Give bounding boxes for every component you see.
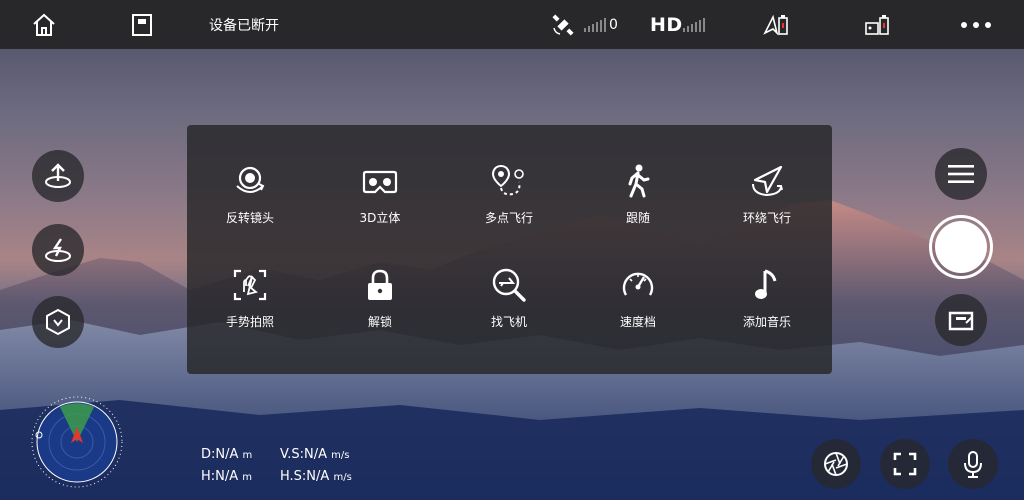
takeoff-icon [45,163,71,188]
mode-label: 找飞机 [490,315,527,329]
menu-icon [948,165,974,183]
lock-icon [360,265,400,305]
mode-find-drone[interactable]: 找飞机 [459,261,559,335]
remote-battery-icon [864,0,890,49]
aperture-button[interactable] [811,439,861,489]
fullscreen-icon [893,452,917,476]
microphone-icon [964,451,982,478]
mode-label: 3D立体 [359,211,401,225]
mode-label: 跟随 [625,211,650,225]
drone-battery-icon [763,0,789,49]
telemetry-right: V.S:N/A m/s H.S:N/A m/s [280,444,352,488]
mode-waypoints[interactable]: 多点飞行 [459,157,559,231]
media-gallery-button[interactable] [935,294,987,346]
more-icon[interactable] [960,0,992,49]
mode-speed[interactable]: 速度档 [588,261,688,335]
return-home-button[interactable] [32,224,84,276]
mode-orbit[interactable]: 环绕飞行 [717,157,817,231]
mode-label: 多点飞行 [484,211,533,225]
orbit-icon [747,161,787,201]
top-status-bar: 设备已断开 0 HD [0,0,1024,49]
mode-add-music[interactable]: 添加音乐 [717,261,817,335]
takeoff-button[interactable] [32,150,84,202]
mode-3d[interactable]: 3D立体 [330,157,430,231]
find-drone-icon [489,265,529,305]
mode-follow[interactable]: 跟随 [588,157,688,231]
speedometer-icon [618,265,658,305]
gimbal-mode-icon [46,308,70,336]
video-signal-bars-icon [683,0,705,49]
mode-gesture-photo[interactable]: 手势拍照 [200,261,300,335]
satellite-count: 0 [609,16,618,33]
mode-label: 添加音乐 [742,315,791,329]
height-readout: H:N/A m [201,469,253,484]
mode-label: 环绕飞行 [742,211,791,225]
satellite-icon [551,0,575,49]
gps-signal-bars-icon [584,0,606,49]
video-quality-label: HD [650,13,683,36]
mode-unlock[interactable]: 解锁 [330,261,430,335]
home-icon[interactable] [32,0,56,49]
waypoints-icon [489,161,529,201]
gimbal-mode-button[interactable] [32,296,84,348]
music-note-icon [747,265,787,305]
flight-log-icon[interactable] [131,0,153,49]
microphone-button[interactable] [948,439,998,489]
follow-walk-icon [618,161,658,201]
telemetry-left: D:N/A m H:N/A m [201,444,252,488]
mode-label: 手势拍照 [225,315,274,329]
menu-button[interactable] [935,148,987,200]
vr-headset-icon [360,161,400,201]
shutter-inner [935,221,987,273]
horizontal-speed-readout: H.S:N/A m/s [280,469,352,484]
mode-flip-camera[interactable]: 反转镜头 [200,157,300,231]
mode-label: 反转镜头 [225,211,274,225]
connection-status: 设备已断开 [209,17,279,34]
distance-readout: D:N/A m [201,447,253,462]
return-home-icon [45,238,71,262]
gesture-photo-icon [230,265,270,305]
radar-compass [30,395,124,489]
aperture-icon [824,452,848,476]
vertical-speed-readout: V.S:N/A m/s [280,447,350,462]
shutter-button[interactable] [929,215,993,279]
flight-mode-panel: 反转镜头 3D立体 多点飞行 跟随 环绕飞行 手势拍照 解锁 找飞机 速度档 添… [187,125,832,374]
mode-label: 解锁 [367,315,392,329]
flip-camera-icon [230,161,270,201]
fullscreen-button[interactable] [880,439,930,489]
mode-label: 速度档 [619,315,656,329]
media-gallery-icon [948,311,974,331]
